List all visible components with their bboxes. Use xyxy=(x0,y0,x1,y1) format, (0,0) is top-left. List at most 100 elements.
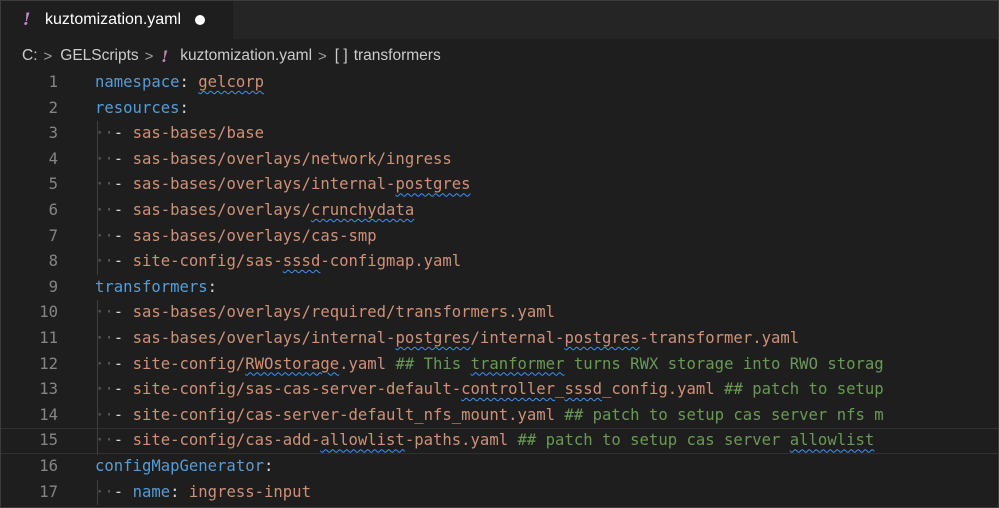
yaml-key: configMapGenerator xyxy=(95,457,264,475)
code-line[interactable]: 1 namespace: gelcorp xyxy=(1,70,998,96)
yaml-value: sas-bases/base xyxy=(132,124,264,143)
array-symbol-icon: [ ] xyxy=(334,47,348,64)
code-line[interactable]: 6 ··- sas-bases/overlays/crunchydata xyxy=(1,198,998,224)
yaml-value: sas-bases/overlays/internal-postgres/int… xyxy=(132,329,800,347)
tab-bar: ! kuztomization.yaml xyxy=(1,1,998,39)
code-line[interactable]: 14 ··- site-config/cas-server-default_nfs… xyxy=(1,402,998,429)
indent-whitespace: ·· xyxy=(95,405,114,424)
yaml-colon: : xyxy=(179,73,199,91)
code-text: namespace: gelcorp xyxy=(95,70,264,96)
code-line[interactable]: 8 ··- site-config/sas-sssd-configmap.yaml xyxy=(1,249,998,275)
line-number: 7 xyxy=(48,226,58,245)
yaml-colon: : xyxy=(264,457,274,475)
indent-whitespace: ·· xyxy=(95,124,114,143)
yaml-value: site-config/sas-sssd-configmap.yaml xyxy=(132,252,462,271)
yaml-value: sas-bases/overlays/network/ingress xyxy=(132,149,452,168)
yaml-value: sas-bases/overlays/crunchydata xyxy=(132,201,415,219)
yaml-value: site-config/RWOstorage.yaml xyxy=(132,354,387,373)
line-number: 1 xyxy=(48,73,58,91)
code-text: configMapGenerator: xyxy=(95,454,273,480)
tab-title: kuztomization.yaml xyxy=(45,11,182,28)
code-text: resources: xyxy=(95,96,189,122)
tab-kuztomization-yaml[interactable]: ! kuztomization.yaml xyxy=(1,1,233,39)
indent-whitespace: ·· xyxy=(95,175,114,194)
yaml-comment: ## patch to setup cas server nfs m xyxy=(555,405,884,424)
list-dash: - xyxy=(113,175,133,194)
line-number: 16 xyxy=(39,457,58,475)
unsaved-dot-icon[interactable] xyxy=(195,15,206,25)
code-text: ··- site-config/sas-sssd-configmap.yaml xyxy=(95,249,461,275)
yaml-comment: ## This tranformer turns RWX storage int… xyxy=(386,354,884,373)
list-dash: - xyxy=(113,380,133,399)
list-dash: - xyxy=(113,405,133,424)
yaml-value: gelcorp xyxy=(198,73,264,91)
line-number: 8 xyxy=(48,252,58,271)
list-dash: - xyxy=(113,201,133,219)
code-text: ··- sas-bases/overlays/internal-postgres xyxy=(95,172,471,198)
yaml-value: site-config/cas-server-default_nfs_mount… xyxy=(132,405,556,424)
line-number: 17 xyxy=(39,482,58,501)
yaml-value: site-config/sas-cas-server-default-contr… xyxy=(132,380,715,399)
indent-whitespace: ·· xyxy=(95,431,114,450)
line-number: 11 xyxy=(39,329,58,347)
code-line[interactable]: 16 configMapGenerator: xyxy=(1,454,998,480)
code-line[interactable]: 4 ··- sas-bases/overlays/network/ingress xyxy=(1,146,998,173)
breadcrumb-symbol[interactable]: transformers xyxy=(354,47,441,65)
code-editor[interactable]: 1 namespace: gelcorp 2 resources: 3 ··- sas-b… xyxy=(1,70,998,507)
code-line[interactable]: 10 ··- sas-bases/overlays/required/transf… xyxy=(1,300,998,326)
chevron-right-icon: > xyxy=(43,47,53,65)
code-text: ··- sas-bases/overlays/required/transfor… xyxy=(95,300,555,326)
yaml-colon: : xyxy=(170,482,189,501)
breadcrumb-drive[interactable]: C: xyxy=(22,47,38,65)
code-line[interactable]: 11 ··- sas-bases/overlays/internal-postgr… xyxy=(1,326,998,352)
code-line[interactable]: 2 resources: xyxy=(1,96,998,122)
indent-whitespace: ·· xyxy=(95,329,114,347)
line-number: 6 xyxy=(48,201,58,219)
code-text: ··- sas-bases/overlays/internal-postgres… xyxy=(95,326,799,352)
yaml-colon: : xyxy=(207,277,218,296)
line-number: 5 xyxy=(48,175,58,194)
line-number: 2 xyxy=(48,98,58,117)
line-number: 3 xyxy=(48,124,58,143)
yaml-file-icon: ! xyxy=(161,46,169,66)
yaml-key: resources xyxy=(95,98,180,117)
line-number: 12 xyxy=(39,354,58,373)
code-line[interactable]: 5 ··- sas-bases/overlays/internal-postgre… xyxy=(1,172,998,198)
code-line[interactable]: 17 ··- name: ingress-input xyxy=(1,479,998,506)
indent-whitespace: ·· xyxy=(95,354,114,373)
breadcrumb: C: > GELScripts > ! kuztomization.yaml >… xyxy=(22,44,441,68)
yaml-value: sas-bases/overlays/internal-postgres xyxy=(132,175,471,194)
code-line[interactable]: 3 ··- sas-bases/base xyxy=(1,121,998,147)
code-line[interactable]: 9 transformers: xyxy=(1,275,998,301)
line-number: 10 xyxy=(39,303,58,322)
list-dash: - xyxy=(113,482,133,501)
indent-whitespace: ·· xyxy=(95,252,114,271)
code-line[interactable]: 15 ··- site-config/cas-add-allowlist-path… xyxy=(1,428,998,455)
indent-whitespace: ·· xyxy=(95,380,114,399)
list-dash: - xyxy=(113,252,133,271)
code-text: ··- site-config/cas-add-allowlist-paths.… xyxy=(95,429,874,453)
code-line[interactable]: 7 ··- sas-bases/overlays/cas-smp xyxy=(1,223,998,250)
breadcrumb-folder[interactable]: GELScripts xyxy=(60,47,138,65)
code-text: ··- sas-bases/overlays/crunchydata xyxy=(95,198,414,224)
code-text: ··- site-config/sas-cas-server-default-c… xyxy=(95,377,884,403)
list-dash: - xyxy=(113,431,133,450)
list-dash: - xyxy=(113,354,133,373)
line-number: 14 xyxy=(39,405,58,424)
line-number: 9 xyxy=(48,277,58,296)
yaml-file-icon: ! xyxy=(23,10,31,30)
breadcrumb-file[interactable]: kuztomization.yaml xyxy=(180,47,312,65)
code-line[interactable]: 13 ··- site-config/sas-cas-server-default… xyxy=(1,377,998,403)
code-text: ··- site-config/cas-server-default_nfs_m… xyxy=(95,403,884,429)
yaml-key: name xyxy=(132,482,171,501)
chevron-right-icon: > xyxy=(144,47,154,65)
yaml-key: transformers xyxy=(95,277,208,296)
code-line[interactable]: 12 ··- site-config/RWOstorage.yaml ## Thi… xyxy=(1,351,998,378)
line-number: 4 xyxy=(48,149,58,168)
code-text: ··- sas-bases/base xyxy=(95,121,264,147)
yaml-comment: ## patch to setup xyxy=(714,380,884,399)
list-dash: - xyxy=(113,149,133,168)
yaml-value: sas-bases/overlays/cas-smp xyxy=(132,226,377,245)
code-text: ··- sas-bases/overlays/cas-smp xyxy=(95,224,377,250)
list-dash: - xyxy=(113,329,133,347)
